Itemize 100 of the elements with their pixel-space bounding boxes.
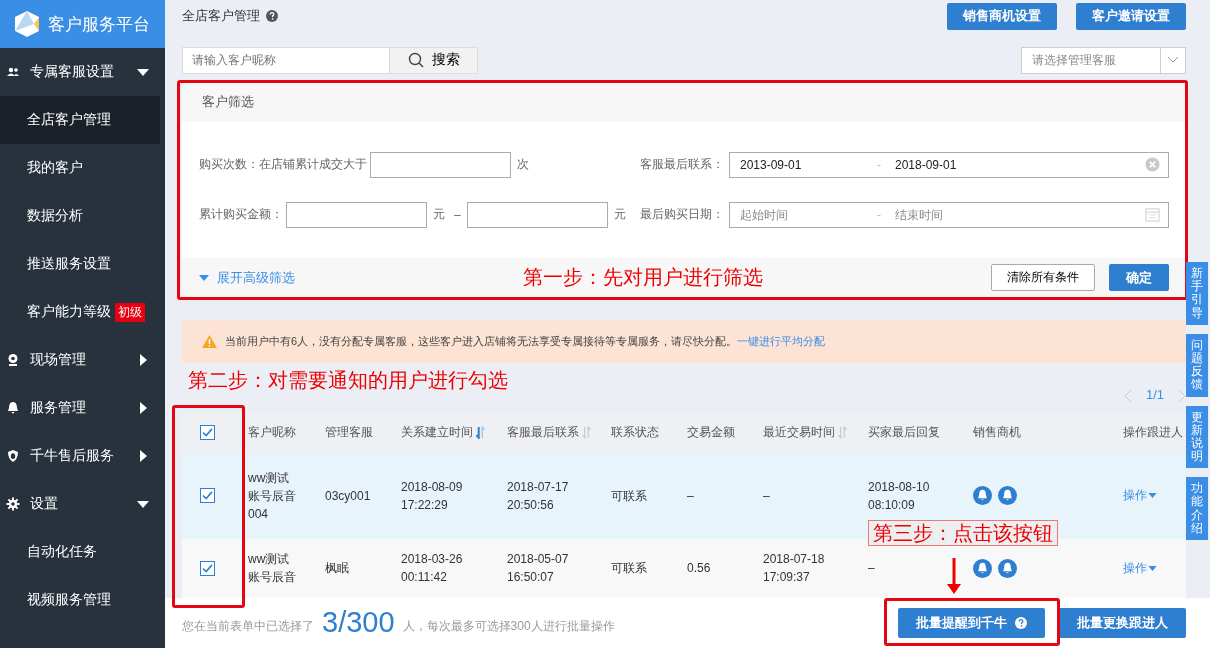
sidebar-item[interactable]: 自动化任务 bbox=[0, 528, 160, 576]
table-cell-text: 可联系 bbox=[611, 560, 647, 578]
sidebar-item[interactable]: 全店客户管理 bbox=[0, 96, 160, 144]
column-header[interactable]: 关系建立时间 bbox=[401, 424, 485, 442]
column-header: 操作跟进人 bbox=[1123, 424, 1183, 442]
page-title: 全店客户管理 bbox=[182, 7, 260, 26]
range-separator: - bbox=[877, 158, 882, 172]
logo-icon bbox=[12, 9, 42, 39]
table-cell-text: 0.56 bbox=[687, 560, 711, 578]
search-button[interactable]: 搜索 bbox=[390, 46, 478, 75]
column-header: 联系状态 bbox=[611, 424, 659, 442]
bell-icon[interactable] bbox=[973, 486, 992, 506]
caret-right-icon bbox=[137, 402, 149, 414]
date-input[interactable]: 2018-09-01 bbox=[893, 157, 1032, 173]
sidebar-group[interactable]: 服务管理 bbox=[0, 384, 165, 432]
select-all-checkbox[interactable] bbox=[199, 425, 215, 441]
caret-down-icon bbox=[1148, 565, 1157, 571]
table-cell-text: 枫眠 bbox=[325, 560, 350, 578]
step-annotation: 第一步：先对用户进行筛选 bbox=[523, 265, 763, 291]
search-field[interactable]: 请输入客户昵称 bbox=[182, 46, 390, 75]
sidebar-item[interactable]: 客户能力等级 初级 bbox=[0, 288, 160, 336]
caret-down-icon bbox=[137, 498, 149, 510]
page-indicator: 1/1 bbox=[1145, 387, 1164, 403]
table-cell-text: 2018-05-07 16:50:07 bbox=[507, 551, 570, 587]
table-cell-text: 2018-08-10 08:10:09 bbox=[868, 478, 931, 514]
date-input[interactable]: 2013-09-01 bbox=[738, 157, 877, 173]
unit-label: 元 bbox=[612, 206, 627, 224]
app-title: 客户服务平台 bbox=[48, 13, 150, 36]
sidebar-item[interactable]: 视频服务管理 bbox=[0, 576, 160, 624]
table-cell-text: ww测试账号辰音004 bbox=[248, 469, 296, 523]
unit-label: 次 bbox=[516, 156, 530, 174]
help-icon bbox=[1015, 616, 1027, 629]
sidebar-group[interactable]: 专属客服设置 bbox=[0, 48, 165, 96]
amount-field[interactable] bbox=[286, 202, 427, 228]
column-header: 管理客服 bbox=[325, 424, 373, 442]
bell-icon[interactable] bbox=[998, 558, 1017, 578]
table-cell-text: – bbox=[868, 560, 876, 578]
row-checkbox[interactable] bbox=[199, 488, 215, 504]
range-separator: - bbox=[877, 208, 882, 222]
caret-right-icon bbox=[137, 354, 149, 366]
filter-label: 购买次数：在店铺累计成交大于 bbox=[199, 156, 367, 174]
sidebar-item-label: 推送服务设置 bbox=[27, 255, 111, 273]
caret-down-icon bbox=[137, 66, 149, 78]
date-input[interactable]: 结束时间 bbox=[893, 207, 1032, 223]
selection-info: 人，每次最多可选择300人进行批量操作 bbox=[402, 618, 615, 636]
table-cell-text: – bbox=[687, 487, 694, 505]
table-cell-text: ww测试账号辰音 bbox=[248, 551, 296, 587]
header-button[interactable]: 销售商机设置 bbox=[947, 2, 1057, 30]
filter-label: 客服最后联系： bbox=[640, 156, 724, 174]
amount-field[interactable] bbox=[466, 202, 608, 228]
column-header[interactable]: 最近交易时间 bbox=[763, 424, 847, 442]
column-header: 客户昵称 bbox=[248, 424, 296, 442]
table-cell-text: 2018-08-09 17:22:29 bbox=[401, 478, 464, 514]
step-annotation: 第三步：点击该按钮 bbox=[868, 520, 1058, 546]
filter-label: 最后购买日期： bbox=[640, 206, 724, 224]
range-dash: – bbox=[453, 208, 462, 222]
sidebar-group[interactable]: 千牛售后服务 bbox=[0, 432, 165, 480]
help-icon[interactable] bbox=[266, 10, 278, 23]
date-range-field[interactable]: 2013-09-01 - 2018-09-01 bbox=[729, 152, 1169, 178]
table-cell-text: 03cy001 bbox=[325, 487, 372, 505]
date-input[interactable]: 起始时间 bbox=[738, 207, 877, 223]
sidebar-item-label: 客户能力等级 bbox=[27, 303, 111, 321]
row-checkbox[interactable] bbox=[199, 560, 215, 576]
sidebar-group[interactable]: 现场管理 bbox=[0, 336, 165, 384]
bell-icon bbox=[6, 401, 20, 415]
table-cell-text: – bbox=[763, 487, 771, 505]
sidebar-item[interactable]: 推送服务设置 bbox=[0, 240, 160, 288]
selection-info: 您在当前表单中已选择了 bbox=[182, 618, 314, 636]
sidebar-item-label: 数据分析 bbox=[27, 207, 83, 225]
sidebar-item-label: 我的客户 bbox=[27, 159, 83, 177]
confirm-button[interactable]: 确定 bbox=[1109, 264, 1169, 292]
table-cell-text: 2018-03-26 00:11:42 bbox=[401, 551, 464, 587]
warning-icon bbox=[202, 334, 217, 348]
batch-reassign-button[interactable]: 批量更换跟进人 bbox=[1059, 607, 1186, 638]
chevron-down-icon bbox=[1167, 56, 1179, 65]
sort-icon[interactable] bbox=[476, 426, 485, 440]
search-icon bbox=[407, 52, 424, 69]
clear-button[interactable]: 清除所有条件 bbox=[991, 264, 1095, 292]
table-cell-text: 2018-07-17 20:50:56 bbox=[507, 478, 570, 514]
header-button[interactable]: 客户邀请设置 bbox=[1076, 2, 1186, 30]
unit-label: 元 bbox=[432, 206, 446, 224]
sidebar-item[interactable]: 数据分析 bbox=[0, 192, 160, 240]
level-badge: 初级 bbox=[115, 302, 145, 322]
location-pin-icon bbox=[6, 353, 20, 367]
manager-select[interactable]: 请选择管理客服 bbox=[1021, 46, 1186, 75]
caret-down-icon bbox=[199, 274, 209, 281]
column-header[interactable]: 客服最后联系 bbox=[507, 424, 591, 442]
sidebar-group[interactable]: 设置 bbox=[0, 480, 165, 528]
count-field[interactable] bbox=[370, 152, 511, 178]
column-header: 买家最后回复 bbox=[868, 424, 940, 442]
people-icon bbox=[6, 65, 20, 79]
settings-icon bbox=[6, 497, 20, 511]
table-cell-text: 2018-07-18 17:09:37 bbox=[763, 551, 826, 587]
bell-icon[interactable] bbox=[973, 558, 992, 578]
bell-icon[interactable] bbox=[998, 486, 1017, 506]
filter-label: 累计购买金额： bbox=[199, 206, 283, 224]
caret-down-icon bbox=[1148, 493, 1157, 499]
sidebar-item[interactable]: 我的客户 bbox=[0, 144, 160, 192]
batch-remind-button[interactable]: 批量提醒到千牛 bbox=[898, 607, 1045, 638]
sidebar-item-label: 视频服务管理 bbox=[27, 591, 111, 609]
